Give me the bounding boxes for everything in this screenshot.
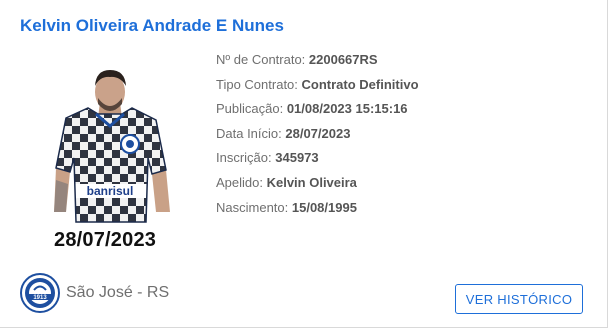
detail-value: 15/08/1995 bbox=[291, 199, 357, 215]
detail-label: Tipo Contrato: bbox=[216, 76, 302, 92]
photo-date-caption: 28/07/2023 bbox=[54, 229, 157, 251]
detail-value: Kelvin Oliveira bbox=[266, 174, 357, 190]
detail-value: 2200667RS bbox=[308, 52, 378, 67]
detail-nickname: Apelido: Kelvin Oliveira bbox=[216, 174, 419, 199]
club-crest-icon: 1913 bbox=[20, 273, 60, 313]
player-name[interactable]: Kelvin Oliveira Andrade E Nunes bbox=[20, 16, 284, 36]
detail-birth-date: Nascimento: 15/08/1995 bbox=[216, 199, 419, 224]
detail-label: Publicação: bbox=[216, 101, 287, 117]
detail-publication: Publicação: 01/08/2023 15:15:16 bbox=[216, 100, 419, 125]
detail-contract-type: Tipo Contrato: Contrato Definitivo bbox=[216, 76, 419, 101]
shirt-sponsor: banrisul bbox=[87, 184, 134, 198]
detail-value: 28/07/2023 bbox=[285, 125, 351, 141]
detail-value: Contrato Definitivo bbox=[301, 76, 419, 92]
detail-label: Data Início: bbox=[216, 125, 286, 141]
detail-start-date: Data Início: 28/07/2023 bbox=[216, 125, 419, 150]
contract-details: Nº de Contrato: 2200667RS Tipo Contrato:… bbox=[216, 51, 419, 223]
detail-value: 01/08/2023 15:15:16 bbox=[286, 101, 408, 117]
detail-registration: Inscrição: 345973 bbox=[216, 149, 419, 174]
detail-label: Apelido: bbox=[216, 174, 267, 190]
club-info: 1913 São José - RS bbox=[20, 273, 169, 313]
detail-contract-number: Nº de Contrato: 2200667RS bbox=[216, 51, 419, 76]
player-card: Kelvin Oliveira Andrade E Nunes banrisul… bbox=[0, 0, 608, 328]
view-history-button[interactable]: VER HISTÓRICO bbox=[455, 284, 583, 314]
detail-label: Inscrição: bbox=[216, 150, 276, 166]
club-crest-year: 1913 bbox=[33, 295, 47, 301]
detail-label: Nascimento: bbox=[216, 199, 292, 215]
player-photo: banrisul bbox=[40, 62, 180, 224]
detail-value: 345973 bbox=[275, 150, 319, 166]
club-name[interactable]: São José - RS bbox=[66, 284, 169, 302]
detail-label: Nº de Contrato: bbox=[216, 52, 309, 67]
